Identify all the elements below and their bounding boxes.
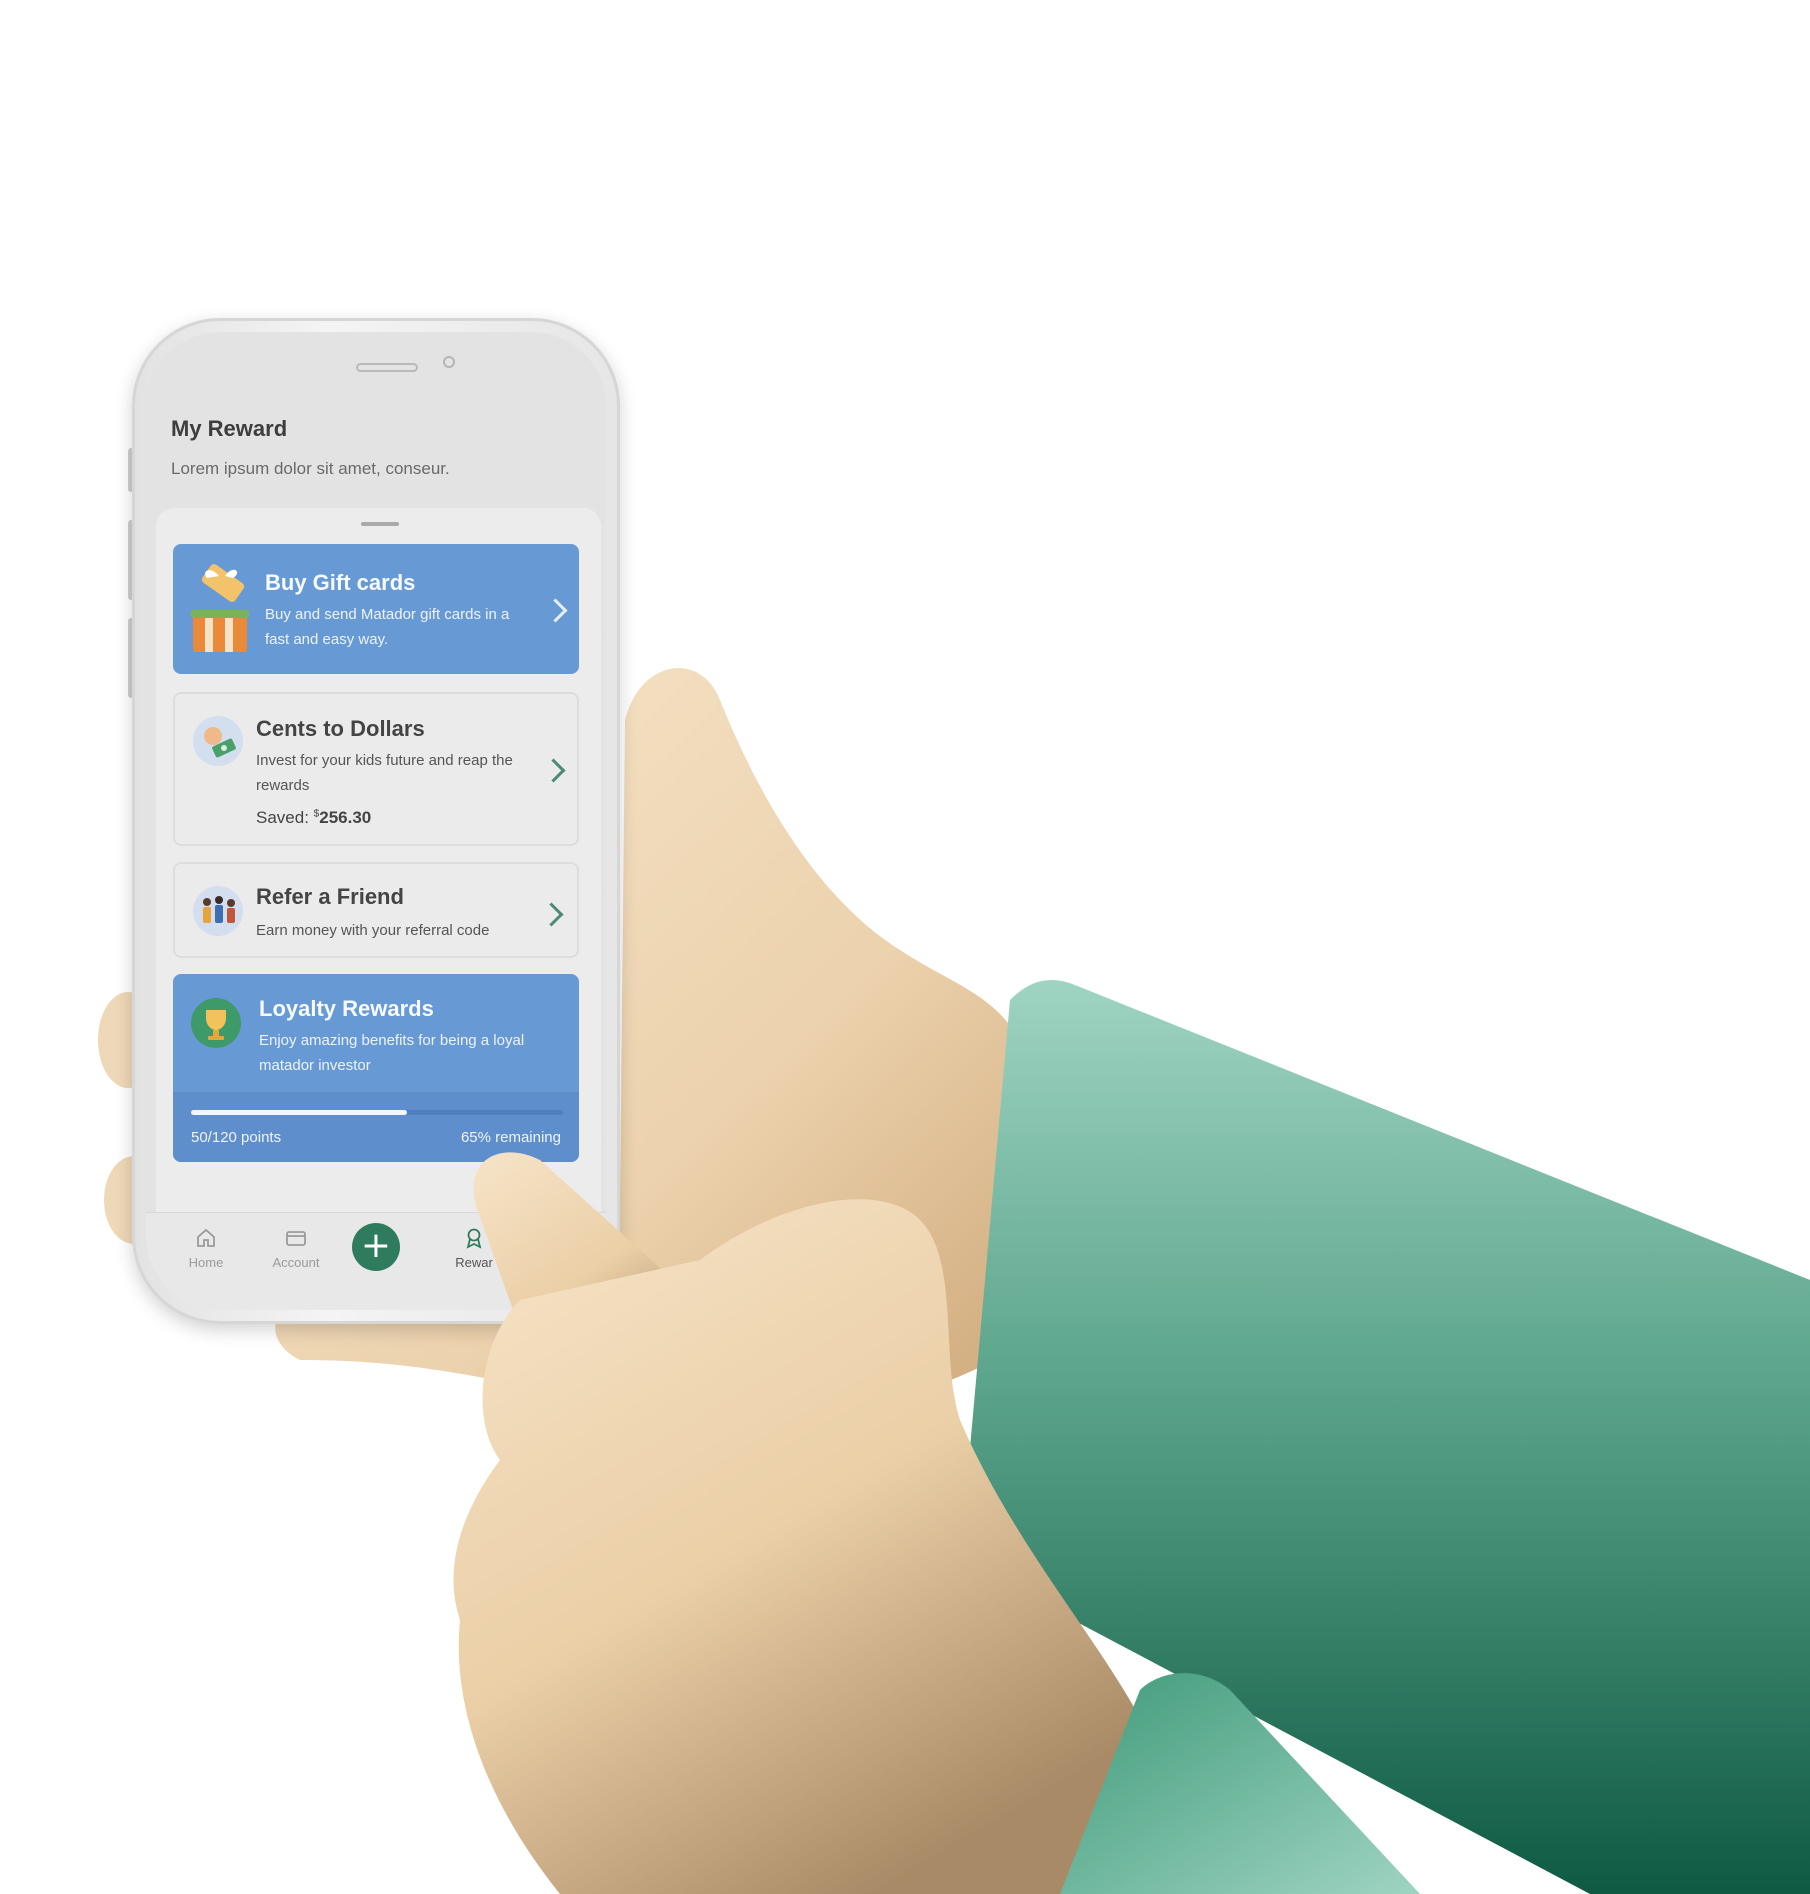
- mockup-scene: My Reward Lorem ipsum dolor sit amet, co…: [0, 0, 1810, 1894]
- front-hand-illustration: [453, 1152, 1420, 1894]
